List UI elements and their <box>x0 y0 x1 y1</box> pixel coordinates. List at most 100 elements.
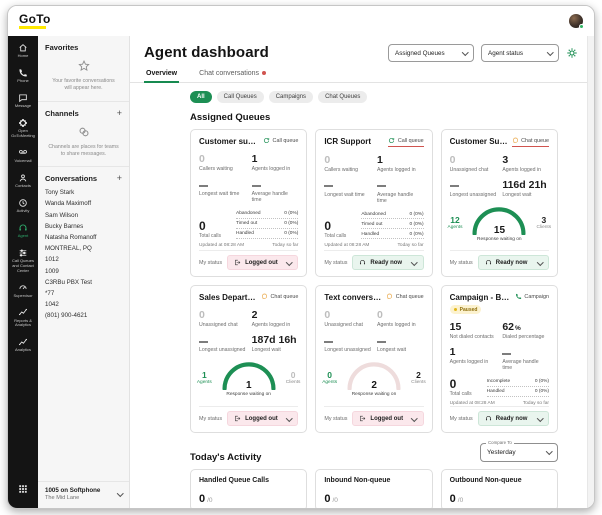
queue-stat: 0 Unassigned chat <box>199 309 246 328</box>
rail-item-activity[interactable]: Activity <box>8 193 38 218</box>
rail-item-reports-analytics[interactable]: Reports & Analytics <box>8 303 38 333</box>
queue-stat: 3 Agents logged in <box>502 154 549 172</box>
agent-status-pill[interactable]: Ready now <box>477 255 549 270</box>
rail-item-label: Analytics <box>14 347 31 353</box>
rail-item-analytics[interactable]: Analytics <box>8 332 38 357</box>
softphone-line: The Mid Lane <box>45 495 80 501</box>
conversation-item[interactable]: 1042 <box>45 299 122 310</box>
header-controls: Assigned Queues Agent status <box>388 44 578 62</box>
rail-item-message[interactable]: Message <box>8 88 38 113</box>
queue-stat-value: 1 <box>251 153 258 165</box>
agent-status-pill[interactable]: Logged out <box>352 411 424 426</box>
rail-item-label: Home <box>17 53 29 58</box>
assigned-queues-select[interactable]: Assigned Queues <box>388 44 474 62</box>
tab-chat-conversations[interactable]: Chat conversations <box>197 65 268 82</box>
conversation-item[interactable]: MONTREAL, PQ <box>45 243 122 254</box>
rail-item-contacts[interactable]: Contacts <box>8 168 38 193</box>
queue-stat-label: Unassigned chat <box>449 166 489 173</box>
rail-item-voicemail[interactable]: Voicemail <box>8 143 38 168</box>
queue-stat-value <box>199 178 246 190</box>
settings-gear-icon[interactable] <box>566 47 578 59</box>
empty-dash <box>449 185 459 187</box>
conversation-item[interactable]: Bucky Barnes <box>45 221 122 232</box>
user-avatar[interactable] <box>569 14 584 29</box>
gauge-agents-label: Agents <box>196 380 212 385</box>
conversation-item[interactable]: C3RBu PBX Test <box>45 277 122 288</box>
queue-type-text: Chat queue <box>395 293 424 300</box>
queue-stat: Longest wait time <box>199 178 246 203</box>
conversation-item[interactable]: *77 <box>45 288 122 299</box>
filter-chip-all[interactable]: All <box>190 91 212 103</box>
queue-stat: 1 Agents logged in <box>450 346 497 371</box>
rail-item-label: Agent <box>17 233 29 239</box>
rail-item-phone[interactable]: Phone <box>8 63 38 88</box>
gauge-agents-label: Agents <box>447 224 463 230</box>
add-conversation-button[interactable]: + <box>117 174 122 183</box>
queue-stat-value: 0 <box>199 153 205 165</box>
rail-item-label: Message <box>14 103 32 109</box>
conversation-item[interactable]: Wanda Maximoff <box>45 198 122 209</box>
queue-stat-label: Average handle time <box>251 191 288 203</box>
queue-stat-label: Agents logged in <box>449 359 489 365</box>
conversation-item[interactable]: Tony Stark <box>45 187 122 198</box>
rail-item-home[interactable]: Home <box>8 38 38 63</box>
rail-item-supervisor[interactable]: Supervisor <box>8 278 38 303</box>
total-breakdown-row: Abandoned 0 (0%) <box>236 209 299 219</box>
queue-type-text: Call queue <box>272 137 299 144</box>
filter-chip-chat-queues[interactable]: Chat Queues <box>318 91 368 103</box>
tab-overview[interactable]: Overview <box>144 65 180 83</box>
queue-card-title: Text conversation <box>324 293 383 302</box>
chevron-down-icon <box>461 48 468 56</box>
rail-item-label: Phone <box>17 78 29 84</box>
empty-dash <box>251 184 261 187</box>
breakdown-value: 0 (0%) <box>284 231 299 237</box>
agent-status-select[interactable]: Agent status <box>481 44 559 62</box>
conversation-item[interactable]: (801) 900-4621 <box>45 310 122 321</box>
main-area: Agent dashboard Assigned Queues Agent st… <box>130 36 594 508</box>
queue-stat-label: Agents logged in <box>376 166 416 173</box>
conversation-item[interactable]: 1012 <box>45 254 122 265</box>
softphone-device: 1005 on Softphone <box>45 487 101 494</box>
agent-status-value: Ready now <box>495 415 528 422</box>
chevron-down-icon <box>546 48 553 56</box>
total-breakdown-row: Incomplete 0 (0%) <box>486 377 549 387</box>
gauge-caption: Response waiting on <box>226 392 271 397</box>
rail-item-open-gotomeeting[interactable]: Open GoToMeeting <box>8 113 38 143</box>
scrollbar[interactable] <box>587 36 594 508</box>
my-status-label: My status <box>199 259 223 266</box>
gauge-agents-value: 12 <box>450 214 460 225</box>
agent-status-value: Ready now <box>495 259 528 266</box>
channels-icon <box>45 125 122 139</box>
response-gauge: 15 <box>469 204 529 236</box>
agent-status-pill[interactable]: Ready now <box>352 255 424 270</box>
total-calls-label: Total calls <box>199 232 221 239</box>
conversation-item[interactable]: Sam Wilson <box>45 210 122 221</box>
topbar: GoTo <box>8 6 594 36</box>
conversation-item[interactable]: 1009 <box>45 265 122 276</box>
chevron-down-icon <box>536 414 543 422</box>
filter-chip-campaigns[interactable]: Campaigns <box>268 91 314 103</box>
filter-chip-call-queues[interactable]: Call Queues <box>216 91 264 103</box>
queue-stat-label: Average handle time <box>502 359 539 371</box>
conversation-item[interactable]: Natasha Romanoff <box>45 232 122 243</box>
compare-to-select[interactable]: Compare To Yesterday <box>480 440 558 462</box>
agent-status-pill[interactable]: Logged out <box>227 255 299 270</box>
agent-status-select-value: Agent status <box>488 49 524 57</box>
total-calls-value: 0 <box>324 219 332 234</box>
goto-logo-text: GoTo <box>19 12 51 26</box>
agent-status-pill[interactable]: Logged out <box>227 411 299 426</box>
queue-stat-label: Unassigned chat <box>324 322 363 328</box>
softphone-footer[interactable]: 1005 on Softphone The Mid Lane <box>38 481 129 508</box>
queue-stat-label: Callers waiting <box>324 166 359 173</box>
rail-item-agent[interactable]: Agent <box>8 218 38 243</box>
open-gotomeeting-icon <box>18 118 28 128</box>
rail-item-call-queues-contact-center[interactable]: Call Queues and Contact Center <box>8 243 38 277</box>
call-queues-contact-center-icon <box>18 248 28 258</box>
agent-status-value: Logged out <box>245 259 278 266</box>
chat-queue-icon <box>261 293 268 300</box>
add-channel-button[interactable]: + <box>117 108 122 117</box>
queue-type-label: Call queue <box>263 137 298 146</box>
agent-status-pill[interactable]: Ready now <box>477 411 549 426</box>
apps-grid-button[interactable] <box>8 473 38 508</box>
chevron-down-icon <box>285 258 293 266</box>
